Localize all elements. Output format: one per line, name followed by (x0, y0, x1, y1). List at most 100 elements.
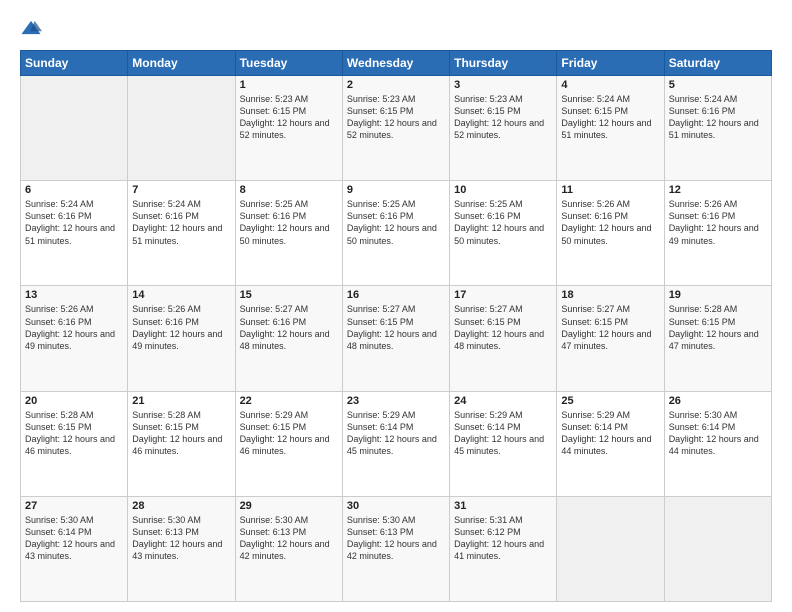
day-number: 23 (347, 395, 445, 407)
calendar-cell (21, 76, 128, 181)
day-number: 13 (25, 289, 123, 301)
calendar-week-4: 20 Sunrise: 5:28 AM Sunset: 6:15 PM Dayli… (21, 391, 772, 496)
weekday-header-wednesday: Wednesday (342, 51, 449, 76)
calendar-cell: 9Sunrise: 5:25 AM Sunset: 6:16 PM Daylig… (342, 181, 449, 286)
weekday-header-tuesday: Tuesday (235, 51, 342, 76)
day-info: Sunrise: 5:30 AM Sunset: 6:14 PM Dayligh… (25, 514, 123, 563)
day-number: 29 (240, 500, 338, 512)
day-number: 10 (454, 184, 552, 196)
weekday-header-row: SundayMondayTuesdayWednesdayThursdayFrid… (21, 51, 772, 76)
day-info: Sunrise: 5:23 AM Sunset: 6:15 PM Dayligh… (454, 93, 552, 142)
calendar-cell: 12Sunrise: 5:26 AM Sunset: 6:16 PM Dayli… (664, 181, 771, 286)
day-number: 31 (454, 500, 552, 512)
calendar-cell (664, 496, 771, 601)
day-number: 4 (561, 79, 659, 91)
calendar-cell (557, 496, 664, 601)
day-info: Sunrise: 5:23 AM Sunset: 6:15 PM Dayligh… (240, 93, 338, 142)
calendar-cell: 30 Sunrise: 5:30 AM Sunset: 6:13 PM Dayli… (342, 496, 449, 601)
day-info: Sunrise: 5:30 AM Sunset: 6:14 PM Dayligh… (669, 409, 767, 458)
day-info: Sunrise: 5:28 AM Sunset: 6:15 PM Dayligh… (25, 409, 123, 458)
calendar-cell: 26 Sunrise: 5:30 AM Sunset: 6:14 PM Dayli… (664, 391, 771, 496)
calendar-cell: 7 Sunrise: 5:24 AM Sunset: 6:16 PM Daylig… (128, 181, 235, 286)
day-info: Sunrise: 5:29 AM Sunset: 6:15 PM Dayligh… (240, 409, 338, 458)
calendar-cell: 22 Sunrise: 5:29 AM Sunset: 6:15 PM Dayli… (235, 391, 342, 496)
day-info: Sunrise: 5:29 AM Sunset: 6:14 PM Dayligh… (561, 409, 659, 458)
calendar-week-5: 27 Sunrise: 5:30 AM Sunset: 6:14 PM Dayli… (21, 496, 772, 601)
day-number: 12 (669, 184, 767, 196)
weekday-header-sunday: Sunday (21, 51, 128, 76)
calendar-cell: 20 Sunrise: 5:28 AM Sunset: 6:15 PM Dayli… (21, 391, 128, 496)
weekday-header-thursday: Thursday (450, 51, 557, 76)
calendar-cell: 29Sunrise: 5:30 AM Sunset: 6:13 PM Dayli… (235, 496, 342, 601)
day-number: 9 (347, 184, 445, 196)
day-number: 22 (240, 395, 338, 407)
day-info: Sunrise: 5:24 AM Sunset: 6:16 PM Dayligh… (132, 198, 230, 247)
day-info: Sunrise: 5:31 AM Sunset: 6:12 PM Dayligh… (454, 514, 552, 563)
calendar-cell: 10 Sunrise: 5:25 AM Sunset: 6:16 PM Dayli… (450, 181, 557, 286)
calendar-cell: 16 Sunrise: 5:27 AM Sunset: 6:15 PM Dayli… (342, 286, 449, 391)
calendar-cell: 28 Sunrise: 5:30 AM Sunset: 6:13 PM Dayli… (128, 496, 235, 601)
calendar-cell: 27 Sunrise: 5:30 AM Sunset: 6:14 PM Dayli… (21, 496, 128, 601)
day-number: 1 (240, 79, 338, 91)
weekday-header-monday: Monday (128, 51, 235, 76)
day-number: 18 (561, 289, 659, 301)
calendar-cell: 14 Sunrise: 5:26 AM Sunset: 6:16 PM Dayli… (128, 286, 235, 391)
day-number: 8 (240, 184, 338, 196)
calendar-cell: 1 Sunrise: 5:23 AM Sunset: 6:15 PM Daylig… (235, 76, 342, 181)
calendar-cell: 18 Sunrise: 5:27 AM Sunset: 6:15 PM Dayli… (557, 286, 664, 391)
day-info: Sunrise: 5:26 AM Sunset: 6:16 PM Dayligh… (132, 303, 230, 352)
day-number: 30 (347, 500, 445, 512)
calendar-cell: 8 Sunrise: 5:25 AM Sunset: 6:16 PM Daylig… (235, 181, 342, 286)
day-info: Sunrise: 5:27 AM Sunset: 6:15 PM Dayligh… (561, 303, 659, 352)
day-info: Sunrise: 5:28 AM Sunset: 6:15 PM Dayligh… (132, 409, 230, 458)
day-info: Sunrise: 5:29 AM Sunset: 6:14 PM Dayligh… (454, 409, 552, 458)
calendar-week-1: 1 Sunrise: 5:23 AM Sunset: 6:15 PM Daylig… (21, 76, 772, 181)
day-number: 14 (132, 289, 230, 301)
calendar-cell: 31 Sunrise: 5:31 AM Sunset: 6:12 PM Dayli… (450, 496, 557, 601)
day-number: 16 (347, 289, 445, 301)
day-number: 28 (132, 500, 230, 512)
day-info: Sunrise: 5:25 AM Sunset: 6:16 PM Dayligh… (240, 198, 338, 247)
calendar-cell: 23 Sunrise: 5:29 AM Sunset: 6:14 PM Dayli… (342, 391, 449, 496)
day-info: Sunrise: 5:24 AM Sunset: 6:16 PM Dayligh… (669, 93, 767, 142)
day-number: 20 (25, 395, 123, 407)
day-number: 27 (25, 500, 123, 512)
day-info: Sunrise: 5:26 AM Sunset: 6:16 PM Dayligh… (25, 303, 123, 352)
day-info: Sunrise: 5:24 AM Sunset: 6:15 PM Dayligh… (561, 93, 659, 142)
weekday-header-saturday: Saturday (664, 51, 771, 76)
day-info: Sunrise: 5:26 AM Sunset: 6:16 PM Dayligh… (561, 198, 659, 247)
day-info: Sunrise: 5:27 AM Sunset: 6:16 PM Dayligh… (240, 303, 338, 352)
calendar-cell (128, 76, 235, 181)
day-number: 6 (25, 184, 123, 196)
calendar-cell: 17Sunrise: 5:27 AM Sunset: 6:15 PM Dayli… (450, 286, 557, 391)
calendar-cell: 24Sunrise: 5:29 AM Sunset: 6:14 PM Dayli… (450, 391, 557, 496)
day-number: 15 (240, 289, 338, 301)
day-info: Sunrise: 5:30 AM Sunset: 6:13 PM Dayligh… (132, 514, 230, 563)
day-number: 21 (132, 395, 230, 407)
day-number: 25 (561, 395, 659, 407)
day-info: Sunrise: 5:30 AM Sunset: 6:13 PM Dayligh… (347, 514, 445, 563)
weekday-header-friday: Friday (557, 51, 664, 76)
day-info: Sunrise: 5:25 AM Sunset: 6:16 PM Dayligh… (454, 198, 552, 247)
calendar-cell: 2Sunrise: 5:23 AM Sunset: 6:15 PM Daylig… (342, 76, 449, 181)
calendar-table: SundayMondayTuesdayWednesdayThursdayFrid… (20, 50, 772, 602)
logo (20, 18, 46, 40)
calendar-cell: 6 Sunrise: 5:24 AM Sunset: 6:16 PM Daylig… (21, 181, 128, 286)
logo-icon (20, 18, 42, 40)
calendar-cell: 5 Sunrise: 5:24 AM Sunset: 6:16 PM Daylig… (664, 76, 771, 181)
day-number: 2 (347, 79, 445, 91)
calendar-cell: 15 Sunrise: 5:27 AM Sunset: 6:16 PM Dayli… (235, 286, 342, 391)
day-info: Sunrise: 5:27 AM Sunset: 6:15 PM Dayligh… (347, 303, 445, 352)
day-info: Sunrise: 5:24 AM Sunset: 6:16 PM Dayligh… (25, 198, 123, 247)
day-info: Sunrise: 5:28 AM Sunset: 6:15 PM Dayligh… (669, 303, 767, 352)
day-info: Sunrise: 5:29 AM Sunset: 6:14 PM Dayligh… (347, 409, 445, 458)
day-info: Sunrise: 5:27 AM Sunset: 6:15 PM Dayligh… (454, 303, 552, 352)
calendar-week-3: 13 Sunrise: 5:26 AM Sunset: 6:16 PM Dayli… (21, 286, 772, 391)
calendar-cell: 4 Sunrise: 5:24 AM Sunset: 6:15 PM Daylig… (557, 76, 664, 181)
calendar-week-2: 6 Sunrise: 5:24 AM Sunset: 6:16 PM Daylig… (21, 181, 772, 286)
day-number: 7 (132, 184, 230, 196)
day-number: 5 (669, 79, 767, 91)
day-number: 26 (669, 395, 767, 407)
calendar-cell: 11Sunrise: 5:26 AM Sunset: 6:16 PM Dayli… (557, 181, 664, 286)
calendar-cell: 3Sunrise: 5:23 AM Sunset: 6:15 PM Daylig… (450, 76, 557, 181)
